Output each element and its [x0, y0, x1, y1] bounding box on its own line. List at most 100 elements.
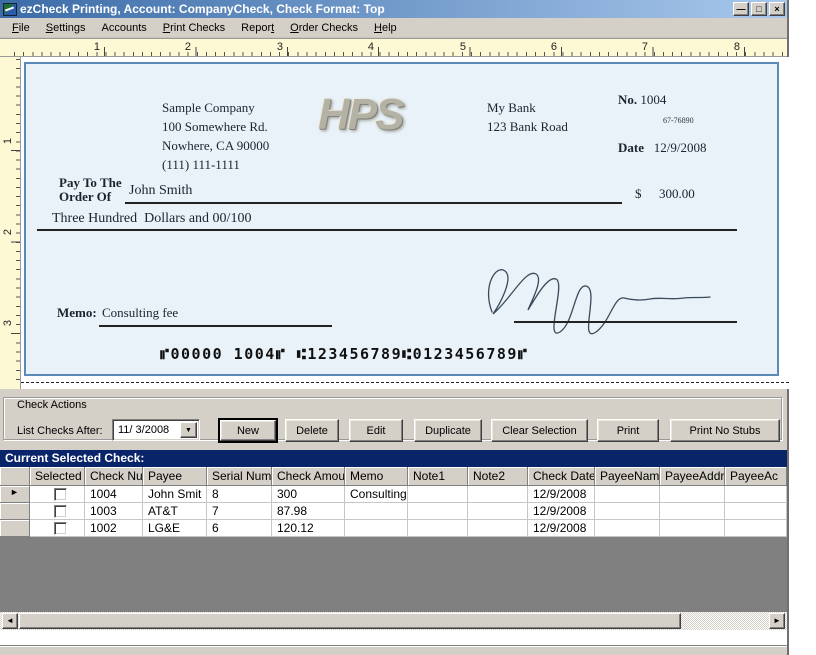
chevron-down-icon[interactable]: ▼ — [180, 422, 197, 438]
row-checkbox[interactable] — [53, 488, 67, 501]
horizontal-ruler: 1 2 3 4 5 6 7 8 — [0, 38, 787, 57]
micr-line: ⑈00000 1004⑈ ⑆123456789⑆0123456789⑈ — [160, 345, 529, 363]
row-checkbox[interactable] — [53, 505, 67, 518]
signature-line — [514, 321, 737, 323]
payee-ac-cell[interactable] — [725, 520, 787, 537]
horizontal-scrollbar[interactable]: ◄ ► — [0, 612, 787, 630]
note1-cell[interactable] — [408, 486, 468, 503]
memo-cell[interactable]: Consulting — [345, 486, 408, 503]
note1-cell[interactable] — [408, 503, 468, 520]
col-payee[interactable]: Payee — [143, 467, 207, 486]
note2-cell[interactable] — [468, 520, 528, 537]
payee-cell[interactable]: John Smit — [143, 486, 207, 503]
check-date-cell[interactable]: 12/9/2008 — [528, 486, 595, 503]
memo-value: Consulting fee — [102, 305, 179, 320]
payee-name-cell[interactable] — [595, 503, 660, 520]
payee-name-cell[interactable] — [595, 520, 660, 537]
new-button[interactable]: New — [220, 420, 276, 441]
note2-cell[interactable] — [468, 486, 528, 503]
table-row[interactable]: ► 1004 John Smit 8 300 Consulting 12/9/2… — [0, 486, 787, 503]
check-date-cell[interactable]: 12/9/2008 — [528, 520, 595, 537]
col-note1[interactable]: Note1 — [408, 467, 468, 486]
selected-cell[interactable] — [30, 503, 85, 520]
check-number-row: No. 1004 — [618, 92, 667, 107]
date-filter-value: 11/ 3/2008 — [118, 424, 170, 436]
col-payee-addre[interactable]: PayeeAddre — [660, 467, 725, 486]
serial-cell[interactable]: 6 — [207, 520, 272, 537]
col-check-number[interactable]: Check Nu — [85, 467, 143, 486]
minimize-icon[interactable]: — — [733, 2, 749, 16]
col-check-date[interactable]: Check Date — [528, 467, 595, 486]
check-date-cell[interactable]: 12/9/2008 — [528, 503, 595, 520]
menu-accounts[interactable]: Accounts — [94, 19, 155, 37]
scroll-left-icon[interactable]: ◄ — [2, 613, 18, 629]
scroll-right-icon[interactable]: ► — [769, 613, 785, 629]
col-serial-num[interactable]: Serial Num — [207, 467, 272, 486]
payee-cell[interactable]: LG&E — [143, 520, 207, 537]
bank-name: My Bank — [487, 100, 536, 115]
check-preview[interactable]: Sample Company 100 Somewhere Rd. Nowhere… — [24, 62, 779, 376]
memo-line — [99, 325, 332, 327]
payee-cell[interactable]: AT&T — [143, 503, 207, 520]
note1-cell[interactable] — [408, 520, 468, 537]
col-payee-name[interactable]: PayeeName — [595, 467, 660, 486]
col-check-amount[interactable]: Check Amount — [272, 467, 345, 486]
restore-icon[interactable]: □ — [751, 2, 767, 16]
title-bar: ezCheck Printing, Account: CompanyCheck,… — [0, 0, 787, 18]
amount-cell[interactable]: 120.12 — [272, 520, 345, 537]
table-row[interactable]: 1003 AT&T 7 87.98 12/9/2008 — [0, 503, 787, 520]
menu-file[interactable]: File — [4, 19, 38, 37]
print-button[interactable]: Print — [597, 419, 659, 442]
check-date: 12/9/2008 — [653, 140, 707, 155]
row-selector-header[interactable] — [0, 467, 30, 486]
company-logo: HPS — [318, 90, 404, 139]
current-row-marker-icon: ► — [10, 487, 19, 497]
row-checkbox[interactable] — [53, 522, 67, 535]
payee-addr-cell[interactable] — [660, 486, 725, 503]
payee-name-cell[interactable] — [595, 486, 660, 503]
duplicate-button[interactable]: Duplicate — [414, 419, 482, 442]
payee-ac-cell[interactable] — [725, 486, 787, 503]
close-icon[interactable]: × — [769, 2, 785, 16]
col-selected[interactable]: Selected — [30, 467, 85, 486]
print-no-stubs-button[interactable]: Print No Stubs — [670, 419, 780, 442]
memo-cell[interactable] — [345, 520, 408, 537]
dollar-sign: $ — [635, 186, 642, 201]
selected-cell[interactable] — [30, 520, 85, 537]
row-selector[interactable] — [0, 503, 30, 520]
note2-cell[interactable] — [468, 503, 528, 520]
row-selector[interactable]: ► — [0, 486, 30, 503]
check-number-cell[interactable]: 1002 — [85, 520, 143, 537]
menu-print-checks[interactable]: Print Checks — [155, 19, 233, 37]
amount-cell[interactable]: 87.98 — [272, 503, 345, 520]
scrollbar-thumb[interactable] — [19, 613, 681, 629]
payee-addr-cell[interactable] — [660, 503, 725, 520]
amount-in-words: Three Hundred Dollars and 00/100 — [52, 211, 252, 226]
menu-report[interactable]: Report — [233, 19, 282, 37]
serial-cell[interactable]: 8 — [207, 486, 272, 503]
col-memo[interactable]: Memo — [345, 467, 408, 486]
payee-ac-cell[interactable] — [725, 503, 787, 520]
clear-selection-button[interactable]: Clear Selection — [491, 419, 588, 442]
check-preview-area: Sample Company 100 Somewhere Rd. Nowhere… — [21, 57, 789, 389]
menu-help[interactable]: Help — [366, 19, 405, 37]
serial-cell[interactable]: 7 — [207, 503, 272, 520]
company-block: Sample Company 100 Somewhere Rd. Nowhere… — [162, 98, 269, 174]
delete-button[interactable]: Delete — [285, 419, 339, 442]
date-filter-combobox[interactable]: 11/ 3/2008 ▼ — [112, 419, 200, 441]
row-selector[interactable] — [0, 520, 30, 537]
selected-cell[interactable] — [30, 486, 85, 503]
amount-cell[interactable]: 300 — [272, 486, 345, 503]
menu-order-checks[interactable]: Order Checks — [282, 19, 366, 37]
payee-addr-cell[interactable] — [660, 520, 725, 537]
memo-cell[interactable] — [345, 503, 408, 520]
check-number-cell[interactable]: 1003 — [85, 503, 143, 520]
window-title: ezCheck Printing, Account: CompanyCheck,… — [20, 2, 385, 16]
perforation-line — [21, 382, 789, 383]
table-row[interactable]: 1002 LG&E 6 120.12 12/9/2008 — [0, 520, 787, 537]
menu-settings[interactable]: Settings — [38, 19, 94, 37]
col-payee-ac[interactable]: PayeeAc — [725, 467, 787, 486]
col-note2[interactable]: Note2 — [468, 467, 528, 486]
check-number-cell[interactable]: 1004 — [85, 486, 143, 503]
edit-button[interactable]: Edit — [349, 419, 403, 442]
